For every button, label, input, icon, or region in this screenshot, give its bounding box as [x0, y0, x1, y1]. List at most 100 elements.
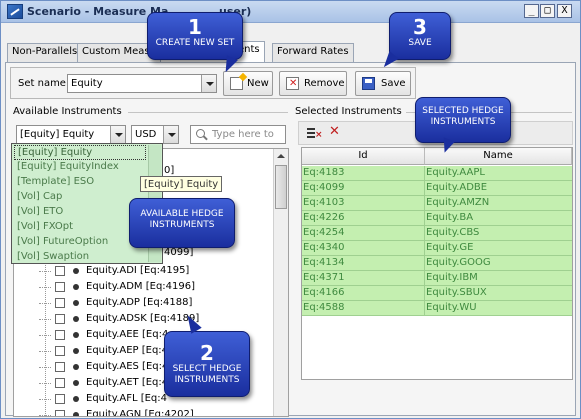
- checkbox[interactable]: [55, 330, 65, 340]
- table-row[interactable]: Eq:4166 Equity.SBUX: [302, 286, 572, 301]
- cell-name: Equity.IBM: [426, 272, 478, 283]
- cell-name: Equity.AMZN: [426, 197, 490, 208]
- table-row[interactable]: Eq:4254 Equity.CBS: [302, 226, 572, 241]
- table-row[interactable]: Eq:4099 Equity.ADBE: [302, 181, 572, 196]
- floppy-disk-icon: [362, 77, 375, 90]
- cell-id: Eq:4134: [303, 257, 345, 268]
- tree-scrollbar[interactable]: [273, 149, 288, 416]
- set-name-label: Set name:: [18, 78, 70, 89]
- chevron-down-icon[interactable]: [201, 75, 216, 92]
- table-row[interactable]: Eq:4588 Equity.WU: [302, 301, 572, 316]
- cell-id: Eq:4103: [303, 197, 345, 208]
- table-row[interactable]: Eq:4103 Equity.AMZN: [302, 196, 572, 211]
- callout-number: 3: [413, 15, 427, 39]
- checkbox[interactable]: [55, 282, 65, 292]
- currency-value: USD: [135, 129, 157, 140]
- scenario-window: Scenario - Measure Ma user) _ □ X Non-Pa…: [0, 0, 581, 419]
- checkbox[interactable]: [55, 410, 65, 416]
- selected-instruments-heading: Selected Instruments: [295, 106, 402, 117]
- instrument-bullet-icon: [73, 332, 79, 338]
- cell-name: Equity.WU: [426, 302, 477, 313]
- set-name-value: Equity: [71, 78, 103, 89]
- cell-id: Eq:4371: [303, 272, 345, 283]
- instrument-bullet-icon: [73, 268, 79, 274]
- cell-id: Eq:4099: [303, 182, 345, 193]
- table-row[interactable]: Eq:4183 Equity.AAPL: [302, 166, 572, 181]
- set-name-combo[interactable]: Equity: [67, 74, 217, 93]
- close-button[interactable]: X: [557, 4, 572, 18]
- dropdown-option[interactable]: [Vol] Cap: [14, 190, 146, 205]
- table-row[interactable]: Eq:4340 Equity.GE: [302, 241, 572, 256]
- instrument-type-combo[interactable]: [Equity] Equity: [16, 125, 126, 144]
- available-instruments-heading: Available Instruments: [13, 106, 122, 117]
- checkbox[interactable]: [55, 362, 65, 372]
- tree-partial-label: 0]: [164, 165, 175, 176]
- instrument-bullet-icon: [73, 396, 79, 402]
- column-header-id[interactable]: Id: [302, 148, 425, 165]
- scroll-up-icon[interactable]: [275, 150, 287, 163]
- currency-combo[interactable]: USD: [131, 125, 179, 144]
- cell-id: Eq:4588: [303, 302, 345, 313]
- checkbox[interactable]: [55, 346, 65, 356]
- scrollbar-thumb[interactable]: [275, 165, 287, 209]
- checkbox[interactable]: [55, 298, 65, 308]
- tree-item-label: Equity.AFL [Eq:4: [86, 393, 168, 404]
- dropdown-option[interactable]: [Vol] Swaption: [14, 250, 146, 265]
- cell-id: Eq:4166: [303, 287, 345, 298]
- new-document-icon: [230, 72, 248, 90]
- checkbox[interactable]: [55, 378, 65, 388]
- dropdown-option[interactable]: [Vol] ETO: [14, 205, 146, 220]
- remove-button[interactable]: ✕ Remove: [279, 71, 347, 96]
- cell-divider: [424, 166, 425, 181]
- tree-item-label: Equity.AGN [Eq:4202]: [86, 409, 194, 417]
- new-button-label: New: [247, 78, 269, 89]
- cell-id: Eq:4340: [303, 242, 345, 253]
- dropdown-option[interactable]: [Vol] FutureOption: [14, 235, 146, 250]
- minimize-button[interactable]: _: [524, 4, 539, 18]
- tree-item-label: Equity.AEP [Eq:4: [86, 345, 169, 356]
- clear-all-icon[interactable]: ×: [307, 127, 323, 140]
- checkbox[interactable]: [55, 266, 65, 276]
- title-bar: Scenario - Measure Ma user) _ □ X: [1, 1, 580, 23]
- maximize-button[interactable]: □: [540, 4, 555, 18]
- search-placeholder: Type here to: [212, 129, 274, 140]
- save-button-label: Save: [381, 78, 406, 89]
- chevron-down-icon[interactable]: [163, 126, 178, 143]
- callout-selected-instruments: SELECTED HEDGE INSTRUMENTS: [415, 97, 511, 143]
- callout-number: 1: [188, 15, 202, 39]
- instrument-bullet-icon: [73, 380, 79, 386]
- cell-divider: [424, 196, 425, 211]
- instrument-bullet-icon: [73, 364, 79, 370]
- chevron-down-icon[interactable]: [110, 126, 125, 143]
- search-icon: [196, 129, 205, 138]
- checkbox[interactable]: [55, 394, 65, 404]
- dropdown-option[interactable]: [Equity] EquityIndex: [14, 160, 146, 175]
- cell-name: Equity.ADBE: [426, 182, 488, 193]
- save-button[interactable]: Save: [355, 71, 411, 96]
- cell-divider: [424, 271, 425, 286]
- callout-text: AVAILABLE HEDGE INSTRUMENTS: [140, 209, 224, 230]
- table-row[interactable]: Eq:4371 Equity.IBM: [302, 271, 572, 286]
- tree-item-label: Equity.AES [Eq:4: [86, 361, 169, 372]
- instrument-search-input[interactable]: Type here to: [190, 125, 286, 144]
- table-row[interactable]: Eq:4226 Equity.BA: [302, 211, 572, 226]
- callout-select-hedge-instruments: 2 SELECT HEDGE INSTRUMENTS: [164, 331, 250, 397]
- instrument-bullet-icon: [73, 300, 79, 306]
- tab-non-parallels[interactable]: Non-Parallels: [7, 43, 83, 62]
- tree-item-label: Equity.ADI [Eq:4195]: [86, 265, 190, 276]
- instrument-bullet-icon: [73, 316, 79, 322]
- cell-id: Eq:4226: [303, 212, 345, 223]
- dropdown-option[interactable]: [Equity] Equity: [14, 145, 146, 160]
- remove-selected-icon[interactable]: ✕: [329, 125, 340, 139]
- dropdown-option[interactable]: [Vol] FXOpt: [14, 220, 146, 235]
- table-row[interactable]: Eq:4134 Equity.GOOG: [302, 256, 572, 271]
- checkbox[interactable]: [55, 314, 65, 324]
- selected-instruments-table[interactable]: Id Name Eq:4183 Equity.AAPL Eq:4099 Equity.…: [301, 147, 573, 380]
- cell-divider: [424, 211, 425, 226]
- callout-text: SELECT HEDGE INSTRUMENTS: [172, 364, 242, 385]
- cell-name: Equity.GE: [426, 242, 474, 253]
- set-name-row: Set name: Equity New ✕ Remove Save: [10, 67, 416, 99]
- cell-divider: [424, 226, 425, 241]
- tab-forward-rates[interactable]: Forward Rates: [272, 43, 354, 62]
- dropdown-option[interactable]: [Template] ESO: [14, 175, 146, 190]
